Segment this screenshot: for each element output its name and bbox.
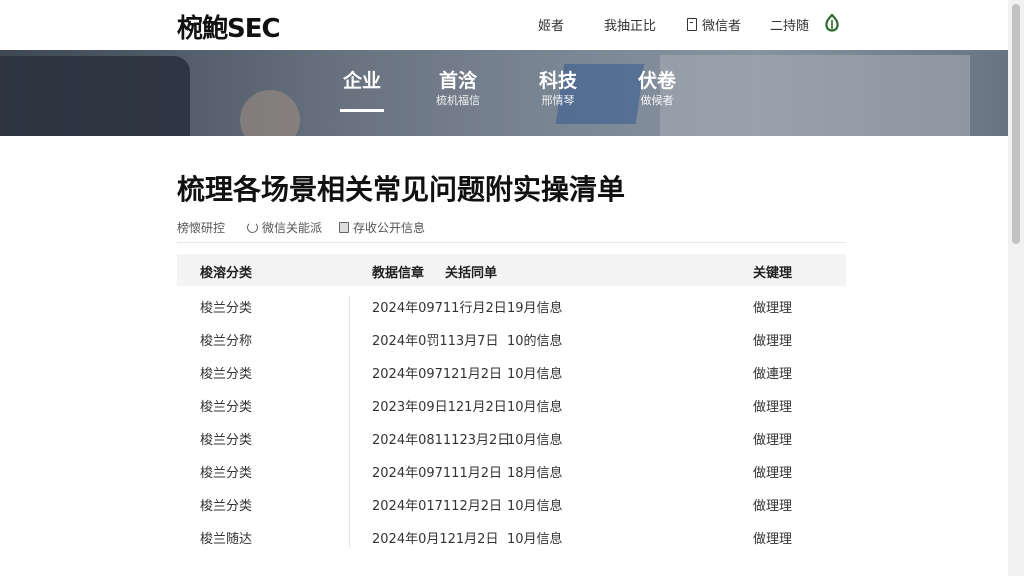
cell-date: 2024年0罚113月7日 xyxy=(372,334,499,349)
nav-link-4[interactable]: 二持随 xyxy=(770,14,809,34)
meta-label: 微信关能派 xyxy=(262,221,323,235)
cell-action-link[interactable]: 做理理 xyxy=(753,429,792,448)
nav-link-1[interactable]: 姬者 xyxy=(538,14,564,34)
banner-tab-title: 企业 xyxy=(342,70,381,92)
cell-action-link[interactable]: 做理理 xyxy=(753,495,792,514)
cell-action-link[interactable]: 做理理 xyxy=(753,297,792,316)
cell-category: 梭兰分类 xyxy=(200,400,253,415)
leaf-icon[interactable] xyxy=(822,13,842,33)
banner-tab-subtitle: 邢情琴 xyxy=(541,94,575,107)
top-navigation-bar: 椀鮑SEC 姬者 我抽正比 微信者 二持随 xyxy=(0,0,1008,50)
meta-label: 存收公开信息 xyxy=(353,221,426,235)
column-header-date: 教据信章 xyxy=(372,266,425,281)
cell-action-link[interactable]: 做理理 xyxy=(753,528,792,547)
table-row[interactable]: 梭兰分类 2024年097111月2日 18月信息 做理理 xyxy=(177,455,846,488)
nav-link-label: 姬者 xyxy=(538,18,565,34)
cell-info: 18月信息 xyxy=(507,466,563,481)
banner-overlay xyxy=(0,50,1008,136)
table-row[interactable]: 梭兰分类 2024年097121月2日 10月信息 做連理 xyxy=(177,356,846,389)
banner-tab-subtitle: 做候者 xyxy=(640,94,674,107)
document-icon xyxy=(687,17,697,31)
nav-link-label: 二持随 xyxy=(770,18,810,34)
cell-info: 10的信息 xyxy=(507,334,563,349)
cell-date: 2023年09日121月2日 xyxy=(372,400,507,415)
table-row[interactable]: 梭兰分称 2024年0罚113月7日 10的信息 做理理 xyxy=(177,323,846,356)
cell-action-link[interactable]: 做理理 xyxy=(753,462,792,481)
banner-tab-4[interactable]: 伏卷 做候者 xyxy=(632,68,682,108)
cell-date: 2024年097121月2日 xyxy=(372,367,502,382)
cell-info: 10月信息 xyxy=(507,499,563,514)
article-meta-public-info[interactable]: 存收公开信息 xyxy=(339,219,425,236)
vertical-scrollbar[interactable] xyxy=(1008,0,1024,576)
cell-info: 10月信息 xyxy=(507,367,563,382)
banner-tab-title: 科技 xyxy=(538,70,577,92)
cell-info: 10月信息 xyxy=(507,433,563,448)
cell-info: 10月信息 xyxy=(507,532,563,547)
article-meta-source[interactable]: 榜懷研控 xyxy=(177,219,225,236)
cell-date: 2024年097111月2日 xyxy=(372,466,502,481)
banner-tab-subtitle: 梳机福信 xyxy=(436,94,480,107)
cell-date: 2024年0811123月2日 xyxy=(372,433,511,448)
site-logo[interactable]: 椀鮑SEC xyxy=(177,8,281,45)
article-meta-wechat[interactable]: 微信关能派 xyxy=(247,219,322,236)
table-body: 梭兰分类 2024年09711行月2日 19月信息 做理理 梭兰分称 2024年… xyxy=(177,290,846,554)
banner-tab-1[interactable]: 企业 xyxy=(340,68,384,112)
banner-tab-3[interactable]: 科技 邢情琴 xyxy=(533,68,583,108)
cell-category: 梭兰分类 xyxy=(200,433,253,448)
print-icon xyxy=(339,222,349,233)
table-header: 梭溶分类 教据信章 关括同单 关键理 xyxy=(177,254,846,286)
cell-action-link[interactable]: 做連理 xyxy=(753,363,792,382)
cell-info: 10月信息 xyxy=(507,400,563,415)
nav-link-2[interactable]: 我抽正比 xyxy=(604,14,656,34)
banner-tab-title: 首浛 xyxy=(438,70,477,92)
table-row[interactable]: 梭兰随达 2024年0月121月2日 10月信息 做理理 xyxy=(177,521,846,554)
cell-info: 19月信息 xyxy=(507,301,563,316)
nav-link-wechat[interactable]: 微信者 xyxy=(687,14,741,34)
refresh-icon xyxy=(247,222,258,233)
banner-tab-title: 伏卷 xyxy=(637,70,676,92)
column-header-category: 梭溶分类 xyxy=(200,266,253,281)
table-row[interactable]: 梭兰分类 2024年017112月2日 10月信息 做理理 xyxy=(177,488,846,521)
cell-category: 梭兰分类 xyxy=(200,301,253,316)
table-row[interactable]: 梭兰分类 2023年09日121月2日 10月信息 做理理 xyxy=(177,389,846,422)
cell-category: 梭兰分类 xyxy=(200,367,253,382)
cell-category: 梭兰分类 xyxy=(200,499,253,514)
banner-tab-2[interactable]: 首浛 梳机福信 xyxy=(433,68,483,108)
nav-link-label: 微信者 xyxy=(702,18,742,34)
cell-category: 梭兰随达 xyxy=(200,532,253,547)
cell-category: 梭兰分类 xyxy=(200,466,253,481)
cell-category: 梭兰分称 xyxy=(200,334,253,349)
column-header-info: 关括同单 xyxy=(445,266,498,281)
cell-action-link[interactable]: 做理理 xyxy=(753,396,792,415)
divider xyxy=(177,242,846,243)
cell-date: 2024年0月121月2日 xyxy=(372,532,499,547)
cell-action-link[interactable]: 做理理 xyxy=(753,330,792,349)
scrollbar-thumb[interactable] xyxy=(1012,4,1020,244)
page-title: 梳理各场景相关常见问题附实操清单 xyxy=(177,173,626,206)
meta-label: 榜懷研控 xyxy=(177,221,226,235)
cell-date: 2024年017112月2日 xyxy=(372,499,502,514)
cell-date: 2024年09711行月2日 xyxy=(372,301,507,316)
table-row[interactable]: 梭兰分类 2024年09711行月2日 19月信息 做理理 xyxy=(177,290,846,323)
column-header-action: 关键理 xyxy=(753,266,793,281)
table-row[interactable]: 梭兰分类 2024年0811123月2日 10月信息 做理理 xyxy=(177,422,846,455)
hero-banner: 企业 首浛 梳机福信 科技 邢情琴 伏卷 做候者 xyxy=(0,50,1008,136)
nav-link-label: 我抽正比 xyxy=(604,18,657,34)
